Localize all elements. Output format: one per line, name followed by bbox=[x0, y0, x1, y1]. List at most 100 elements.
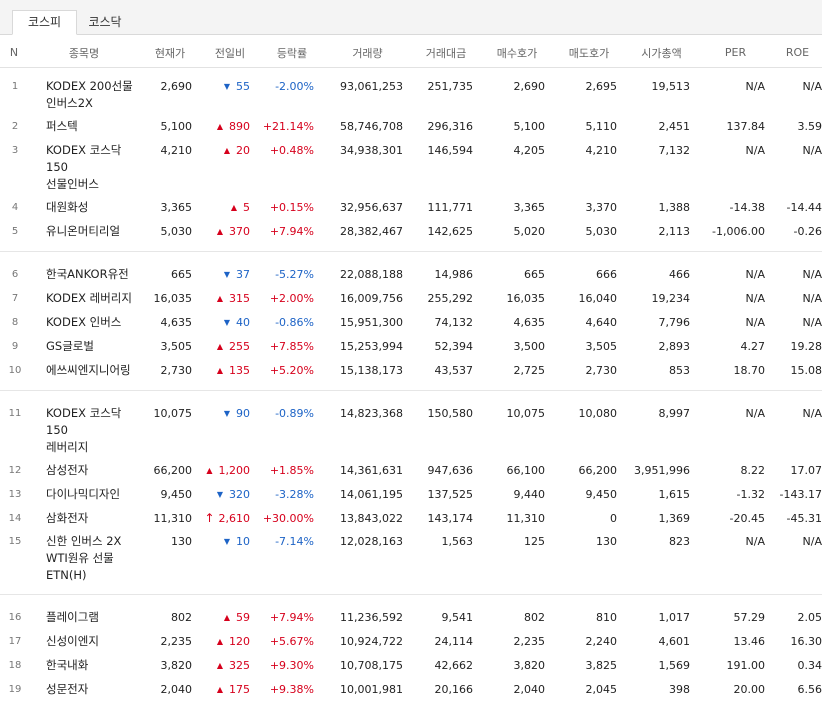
market-cap: 823 bbox=[669, 535, 690, 548]
tab-kosdaq[interactable]: 코스닥 bbox=[78, 11, 132, 34]
stock-name-line[interactable]: KODEX 코스닥150 bbox=[46, 142, 140, 176]
trade-amount: 150,580 bbox=[427, 407, 474, 420]
stock-name-line[interactable]: WTI원유 선물 bbox=[46, 550, 140, 567]
stock-name-link[interactable]: 대원화성 bbox=[28, 196, 140, 220]
current-price: 2,730 bbox=[160, 364, 193, 377]
stock-name-line[interactable]: 삼화전자 bbox=[46, 510, 140, 527]
stock-name-line[interactable]: 퍼스텍 bbox=[46, 118, 140, 135]
stock-name-link[interactable]: 신한 인버스 2X WTI원유 선물 ETN(H) bbox=[28, 530, 140, 587]
stock-name-link[interactable]: 한국ANKOR유전 bbox=[28, 263, 140, 287]
group-spacer bbox=[0, 252, 822, 264]
stock-name-link[interactable]: 삼성전자 bbox=[28, 459, 140, 483]
stock-name-line[interactable]: 신성이엔지 bbox=[46, 633, 140, 650]
per-value: 13.46 bbox=[733, 635, 766, 648]
stock-name-line[interactable]: KODEX 코스닥150 bbox=[46, 405, 140, 439]
current-price: 3,505 bbox=[160, 340, 193, 353]
table-row[interactable]: 2 퍼스텍 5,100 ▲ 890 +21.14% 58,746,708 296,316 5,1… bbox=[0, 115, 822, 139]
per-value: 57.29 bbox=[733, 611, 766, 624]
table-row[interactable]: 12 삼성전자 66,200 ▲ 1,200 +1.85% 14,361,631 947,63… bbox=[0, 459, 822, 483]
table-row[interactable]: 10 에쓰씨엔지니어링 2,730 ▲ 135 +5.20% 15,138,173 43,53… bbox=[0, 359, 822, 383]
table-row[interactable]: 6 한국ANKOR유전 665 ▼ 37 -5.27% 22,088,188 14,986 66… bbox=[0, 263, 822, 287]
table-row[interactable]: 18 한국내화 3,820 ▲ 325 +9.30% 10,708,175 42,662 3,8… bbox=[0, 654, 822, 678]
stock-name-line[interactable]: KODEX 레버리지 bbox=[46, 290, 140, 307]
trade-amount: 24,114 bbox=[434, 635, 474, 648]
change-rate: -5.27% bbox=[275, 268, 314, 281]
stock-name-link[interactable]: 신성이엔지 bbox=[28, 630, 140, 654]
stock-name-link[interactable]: 삼화전자 bbox=[28, 507, 140, 530]
col-header-market-cap: 시가총액 bbox=[625, 38, 698, 68]
col-header-amount: 거래대금 bbox=[411, 38, 481, 68]
stock-name-line[interactable]: KODEX 200선물 bbox=[46, 78, 140, 95]
stock-name-link[interactable]: KODEX 200선물 인버스2X bbox=[28, 75, 140, 115]
table-row[interactable]: 14 삼화전자 11,310 ↑ 2,610 +30.00% 13,843,022 143,1… bbox=[0, 507, 822, 530]
change-value: ▲ 1,200 bbox=[200, 459, 260, 483]
change-value: ▲ 890 bbox=[200, 115, 260, 139]
table-row[interactable]: 9 GS글로벌 3,505 ▲ 255 +7.85% 15,253,994 52,394 3,5… bbox=[0, 335, 822, 359]
stock-name-line[interactable]: 신한 인버스 2X bbox=[46, 533, 140, 550]
stock-name-link[interactable]: 성문전자 bbox=[28, 678, 140, 702]
stock-name-line[interactable]: 대원화성 bbox=[46, 199, 140, 216]
change-value: ▼ 37 bbox=[200, 263, 260, 287]
trade-volume: 14,061,195 bbox=[340, 488, 403, 501]
roe-value: N/A bbox=[802, 268, 822, 281]
table-row[interactable]: 19 성문전자 2,040 ▲ 175 +9.38% 10,001,981 20,166 2,0… bbox=[0, 678, 822, 702]
stock-name-line[interactable]: 레버리지 bbox=[46, 439, 140, 456]
arrow-up-icon: ▲ bbox=[216, 294, 223, 303]
table-row[interactable]: 15 신한 인버스 2X WTI원유 선물 ETN(H) 130 ▼ 10 -7.14% 12,… bbox=[0, 530, 822, 587]
stock-name-link[interactable]: GS글로벌 bbox=[28, 335, 140, 359]
col-header-price: 현재가 bbox=[140, 38, 200, 68]
stock-name-line[interactable]: ETN(H) bbox=[46, 567, 140, 584]
divider-cell bbox=[0, 383, 822, 391]
stock-name-line[interactable]: 다이나믹디자인 bbox=[46, 486, 140, 503]
stock-name-link[interactable]: KODEX 인버스 bbox=[28, 311, 140, 335]
market-cap: 19,513 bbox=[651, 80, 691, 93]
table-row[interactable]: 7 KODEX 레버리지 16,035 ▲ 315 +2.00% 16,009,756 255… bbox=[0, 287, 822, 311]
stock-name-link[interactable]: 퍼스텍 bbox=[28, 115, 140, 139]
stock-name-link[interactable]: 플레이그램 bbox=[28, 606, 140, 630]
change-rate: +7.94% bbox=[269, 611, 314, 624]
stock-name-line[interactable]: 한국ANKOR유전 bbox=[46, 266, 140, 283]
table-row[interactable]: 16 플레이그램 802 ▲ 59 +7.94% 11,236,592 9,541 802 810… bbox=[0, 606, 822, 630]
stock-name-link[interactable]: KODEX 레버리지 bbox=[28, 287, 140, 311]
trade-amount: 296,316 bbox=[427, 120, 474, 133]
stock-name-line[interactable]: KODEX 인버스 bbox=[46, 314, 140, 331]
stock-name-link[interactable]: 에쓰씨엔지니어링 bbox=[28, 359, 140, 383]
table-row[interactable]: 8 KODEX 인버스 4,635 ▼ 40 -0.86% 15,951,300 74,132… bbox=[0, 311, 822, 335]
market-cap: 19,234 bbox=[651, 292, 691, 305]
stock-name-link[interactable]: 유니온머티리얼 bbox=[28, 220, 140, 244]
stock-name-link[interactable]: 한국내화 bbox=[28, 654, 140, 678]
table-row[interactable]: 11 KODEX 코스닥150 레버리지 10,075 ▼ 90 -0.89% 14,823,… bbox=[0, 402, 822, 459]
stock-name-link[interactable]: 다이나믹디자인 bbox=[28, 483, 140, 507]
stock-name-link[interactable]: KODEX 코스닥150 선물인버스 bbox=[28, 139, 140, 196]
current-price: 2,690 bbox=[160, 80, 193, 93]
bid-price: 5,100 bbox=[513, 120, 546, 133]
ask-price: 810 bbox=[596, 611, 617, 624]
col-header-name: 종목명 bbox=[28, 38, 140, 68]
stock-name-line[interactable]: 인버스2X bbox=[46, 95, 140, 112]
stock-name-line[interactable]: 선물인버스 bbox=[46, 176, 140, 193]
table-row[interactable]: 13 다이나믹디자인 9,450 ▼ 320 -3.28% 14,061,195 137,52… bbox=[0, 483, 822, 507]
stock-name-line[interactable]: GS글로벌 bbox=[46, 338, 140, 355]
current-price: 665 bbox=[171, 268, 192, 281]
stock-name-line[interactable]: 한국내화 bbox=[46, 657, 140, 674]
roe-value: N/A bbox=[802, 316, 822, 329]
stock-name-line[interactable]: 유니온머티리얼 bbox=[46, 223, 140, 240]
change-rate: +21.14% bbox=[262, 120, 314, 133]
table-row[interactable]: 17 신성이엔지 2,235 ▲ 120 +5.67% 10,924,722 24,114 2,… bbox=[0, 630, 822, 654]
trade-volume: 10,924,722 bbox=[340, 635, 403, 648]
table-row[interactable]: 5 유니온머티리얼 5,030 ▲ 370 +7.94% 28,382,467 142,625… bbox=[0, 220, 822, 244]
stock-name-line[interactable]: 플레이그램 bbox=[46, 609, 140, 626]
stock-name-line[interactable]: 성문전자 bbox=[46, 681, 140, 698]
stock-name-link[interactable]: KODEX 코스닥150 레버리지 bbox=[28, 402, 140, 459]
stock-name-line[interactable]: 에쓰씨엔지니어링 bbox=[46, 362, 140, 379]
divider-cell bbox=[0, 244, 822, 252]
per-value: -1.32 bbox=[736, 488, 765, 501]
table-row[interactable]: 1 KODEX 200선물 인버스2X 2,690 ▼ 55 -2.00% 93,061,25… bbox=[0, 75, 822, 115]
ask-price: 4,640 bbox=[585, 316, 618, 329]
tab-kospi[interactable]: 코스피 bbox=[12, 10, 77, 35]
table-row[interactable]: 3 KODEX 코스닥150 선물인버스 4,210 ▲ 20 +0.48% 34,938,3… bbox=[0, 139, 822, 196]
table-row[interactable]: 4 대원화성 3,365 ▲ 5 +0.15% 32,956,637 111,771 3,365… bbox=[0, 196, 822, 220]
stock-name-line[interactable]: 삼성전자 bbox=[46, 462, 140, 479]
trade-amount: 251,735 bbox=[427, 80, 474, 93]
bid-price: 2,040 bbox=[513, 683, 546, 696]
